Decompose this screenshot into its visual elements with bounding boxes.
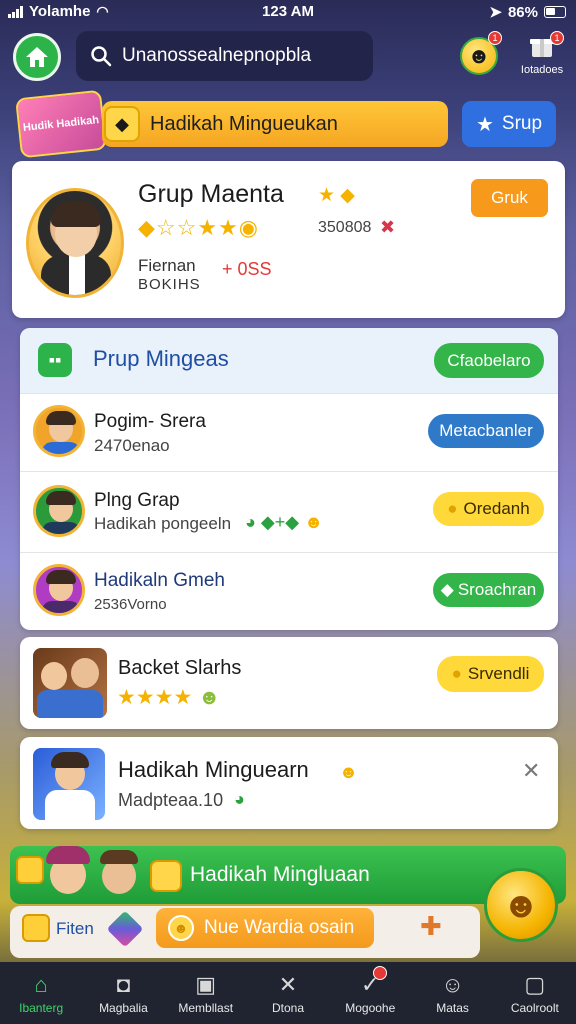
grup-button[interactable]: ★ Srup <box>462 101 556 147</box>
star-icon: ★ ◆ <box>318 185 355 206</box>
divider <box>20 471 558 472</box>
row-action-button[interactable]: ◆ Sroachran <box>433 573 544 607</box>
rewards-button[interactable]: ☻ 1 <box>456 31 502 79</box>
row-action-button[interactable]: ● Oredanh <box>433 492 544 526</box>
profile-button[interactable]: Iotadoes 1 <box>514 31 570 83</box>
profile-sub2: BOKIHS <box>138 276 201 293</box>
card2-action-label: Srvendli <box>467 664 530 683</box>
rating-stars: ★★★★ ☻ <box>117 686 221 709</box>
card2-action-button[interactable]: ● Srvendli <box>437 656 544 692</box>
home-icon <box>26 47 48 67</box>
tab-7[interactable]: ▢ Caolroolt <box>494 962 576 1024</box>
tab-label: Magbalia <box>99 1000 148 1015</box>
search-input[interactable]: Unanossealnepnopbla <box>76 31 373 81</box>
row-action-button[interactable]: Metacbanler <box>428 414 544 448</box>
tab-5[interactable]: ✓ Mogoohe <box>329 962 411 1024</box>
gift-icon[interactable]: ✚ <box>420 911 452 943</box>
tab-badge <box>373 966 388 980</box>
row-action-label: Oredanh <box>463 499 530 518</box>
tab-2[interactable]: ◘ Magbalia <box>82 962 164 1024</box>
characters-art <box>16 842 146 904</box>
tab-label: Ibanterg <box>19 1000 64 1015</box>
promo-art[interactable]: Hudik Hadikah <box>15 89 107 159</box>
coin-icon: ● <box>451 664 462 683</box>
badge-icon: ✖ <box>380 217 396 237</box>
battery-icon <box>544 6 566 18</box>
floating-smiley-button[interactable]: ☻ <box>484 868 558 942</box>
close-icon[interactable]: ✕ <box>522 758 540 784</box>
emoji-icons: ◕ ◆+◆ ☻ <box>245 512 324 532</box>
tab-label: Membllast <box>178 1000 234 1015</box>
profile-count: 350808 <box>318 219 372 236</box>
status-bar: Yolamhe ◠ 123 AM ➤ 86% <box>0 0 576 24</box>
coin-icon <box>150 860 182 892</box>
profile-sub1: Fiernan <box>138 256 196 275</box>
chat-icon: ▪▪ <box>38 343 72 377</box>
coin-icon: ● <box>447 499 458 518</box>
chat-icon: ◕ <box>234 789 245 809</box>
tab-bar: ⌂ Ibanterg ◘ Magbalia ▣ Membllast ✕ Dtona ✓ M… <box>0 962 576 1024</box>
profile-avatar[interactable] <box>26 188 124 298</box>
row-avatar[interactable] <box>33 485 85 537</box>
row-avatar[interactable] <box>33 564 85 616</box>
header-action-button[interactable]: Cfaobelaro <box>434 343 544 378</box>
promo-banner[interactable]: Hadikah Mingueukan <box>102 101 448 147</box>
members-icon: ▣ <box>195 971 217 997</box>
card2-title: Backet Slarhs <box>118 657 242 679</box>
promo-art-text: Hudik Hadikah <box>22 114 100 134</box>
row-title: Hadikaln Gmeh <box>94 570 225 591</box>
calendar-icon: ◘ <box>116 971 131 997</box>
row-title: Plng Grap <box>94 490 180 511</box>
smiley-icon: ☻ <box>339 762 358 782</box>
card3-sub: Madpteaa.10 <box>118 790 224 810</box>
rating-stars: ◆☆☆★★◉ <box>138 215 260 240</box>
action-label[interactable]: Fiten <box>56 919 94 939</box>
row-title: Pogim- Srera <box>94 411 206 432</box>
row-sub: 2536Vorno <box>94 596 167 613</box>
coin-icon <box>22 914 50 942</box>
star-icon: ★ <box>475 113 494 136</box>
tab-3[interactable]: ▣ Membllast <box>165 962 247 1024</box>
grup-button-label: Srup <box>501 113 543 134</box>
location-icon: ➤ <box>489 4 502 21</box>
row-action-label: Sroachran <box>457 580 537 599</box>
home-icon: ⌂ <box>34 971 48 997</box>
coin-icon: ◆ <box>104 106 140 142</box>
card-thumbnail <box>33 648 107 718</box>
settings-icon: ▢ <box>524 971 546 997</box>
tab-home[interactable]: ⌂ Ibanterg <box>0 962 82 1024</box>
smiley-icon: ☻ <box>502 884 540 925</box>
row-sub: 2470enao <box>94 436 170 455</box>
orange-action-button[interactable]: ☻ Nue Wardia osain <box>156 908 374 948</box>
card-thumbnail <box>33 748 105 820</box>
profile-name: Grup Maenta <box>138 180 284 208</box>
profile-label: Iotadoes <box>520 64 564 76</box>
tab-label: Mogoohe <box>345 1000 396 1015</box>
smiley-icon: ☻ <box>168 915 194 941</box>
tab-label: Matas <box>436 1000 469 1015</box>
search-icon <box>91 46 112 67</box>
tab-4[interactable]: ✕ Dtona <box>247 962 329 1024</box>
row-sub: Hadikah pongeeln <box>94 514 232 533</box>
tab-label: Caolroolt <box>510 1000 559 1015</box>
divider <box>20 552 558 553</box>
green-banner-title: Hadikah Mingluaan <box>190 863 370 886</box>
user-icon: ☺ <box>441 971 464 997</box>
profile-badge: 1 <box>550 31 564 45</box>
gruk-button[interactable]: Gruk <box>471 179 548 217</box>
home-button[interactable] <box>13 33 61 81</box>
leaf-icon: ◆ <box>440 580 454 599</box>
orange-action-label: Nue Wardia osain <box>204 917 355 938</box>
search-text: Unanossealnepnopbla <box>122 45 312 66</box>
card3-title: Hadikah Minguearn <box>118 757 309 782</box>
tab-label: Dtona <box>271 1000 304 1015</box>
promo-title: Hadikah Mingueukan <box>150 112 338 135</box>
battery-percent: 86% <box>507 3 538 21</box>
profile-stat: + 0SS <box>222 259 272 279</box>
tab-6[interactable]: ☺ Matas <box>411 962 493 1024</box>
rewards-badge: 1 <box>488 31 502 45</box>
group-list-title: Prup Mingeas <box>93 346 229 371</box>
row-avatar[interactable] <box>33 405 85 457</box>
close-circle-icon: ✕ <box>278 971 298 997</box>
